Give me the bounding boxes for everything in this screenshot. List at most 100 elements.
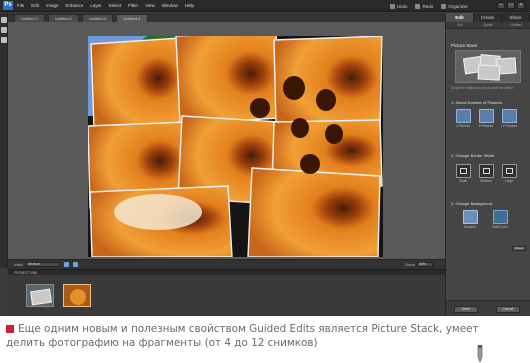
menu-enhance[interactable]: Enhance xyxy=(66,3,84,8)
menu-file[interactable]: File xyxy=(17,3,24,8)
organizer-button[interactable]: Organizer xyxy=(441,3,468,9)
minimize-icon[interactable]: – xyxy=(497,2,505,9)
option-12-pictures[interactable]: 12 Pictures xyxy=(499,109,519,128)
hand-tool-icon[interactable] xyxy=(1,27,7,33)
rotate-right-icon[interactable] xyxy=(72,262,78,267)
tab-share[interactable]: Share xyxy=(502,13,530,22)
subtab-guided[interactable]: Guided xyxy=(502,22,530,28)
photoshop-elements-window: Ps File Edit Image Enhance Layer Select … xyxy=(0,0,530,316)
border-large[interactable]: Large xyxy=(499,164,519,183)
maximize-icon[interactable]: □ xyxy=(507,2,515,9)
picture-stack-image xyxy=(88,36,383,257)
rotate-left-icon[interactable] xyxy=(63,262,69,267)
border-width-options: Small Medium Large xyxy=(453,164,522,183)
border-medium[interactable]: Medium xyxy=(476,164,496,183)
option-label: Large xyxy=(504,179,514,183)
menu-view[interactable]: View xyxy=(145,3,155,8)
reset-button[interactable]: Reset xyxy=(512,246,526,251)
light-highlight xyxy=(114,194,202,230)
preview-photo xyxy=(477,64,501,81)
fragment-8 xyxy=(247,167,381,257)
stamen-4 xyxy=(325,124,343,144)
section-border-width: 2. Change Border Width xyxy=(451,153,494,158)
section-number-of-pictures: 1. Select Number of Pictures xyxy=(451,100,502,105)
panel-title: Picture Stack xyxy=(451,43,478,48)
pen-icon xyxy=(477,345,483,363)
option-label: 4 Pictures xyxy=(455,124,471,128)
stamen-3 xyxy=(291,118,309,138)
number-of-pictures-options: 4 Pictures 8 Pictures 12 Pictures xyxy=(453,109,522,128)
caption-line-1: Еще одним новым и полезным свойством Gui… xyxy=(18,323,479,335)
menu-image[interactable]: Image xyxy=(46,3,59,8)
panel-footer: Done Cancel xyxy=(446,300,530,316)
panel-subtabs: Full Quick Guided xyxy=(446,22,530,29)
zoom-field[interactable]: 66% xyxy=(417,262,433,267)
stamen-5 xyxy=(250,98,270,118)
menu-select[interactable]: Select xyxy=(109,3,122,8)
thumbnail-image xyxy=(30,288,52,306)
background-solid[interactable]: Solid Color xyxy=(488,210,512,229)
organizer-icon xyxy=(441,3,447,9)
stamen-6 xyxy=(300,154,320,174)
option-label: Medium xyxy=(480,179,492,183)
border-medium-icon xyxy=(478,164,494,178)
window-controls: – □ × xyxy=(495,2,525,9)
border-small-icon xyxy=(455,164,471,178)
redo-icon xyxy=(415,3,421,9)
tab-edit[interactable]: Edit xyxy=(446,13,474,22)
project-bin xyxy=(8,275,445,316)
subtab-quick[interactable]: Quick xyxy=(474,22,502,28)
option-label: 8 Pictures xyxy=(478,124,494,128)
zoom-label: Zoom xyxy=(404,262,415,267)
option-4-pictures[interactable]: 4 Pictures xyxy=(453,109,473,128)
tab-create[interactable]: Create xyxy=(474,13,502,22)
option-8-pictures[interactable]: 8 Pictures xyxy=(476,109,496,128)
document-tabs: Untitled-1 Untitled-2 Untitled-3 Untitle… xyxy=(8,13,445,22)
thumbnail-image xyxy=(70,289,86,305)
help-text: Drag the sliders and try to see the effe… xyxy=(451,86,513,90)
canvas-area[interactable] xyxy=(8,22,445,259)
redo-button[interactable]: Redo xyxy=(415,3,434,9)
grid-8-icon xyxy=(478,109,494,123)
cancel-button[interactable]: Cancel xyxy=(496,306,520,313)
grid-12-icon xyxy=(501,109,517,123)
organizer-label: Organizer xyxy=(448,3,468,9)
border-large-icon xyxy=(501,164,517,178)
doc-tab-2[interactable]: Untitled-2 xyxy=(48,14,80,22)
border-small[interactable]: Small xyxy=(453,164,473,183)
zoom-tool-icon[interactable] xyxy=(1,17,7,23)
menu-filter[interactable]: Filter xyxy=(128,3,138,8)
mode-label: Vivid xyxy=(14,262,23,267)
option-label: 12 Pictures xyxy=(501,124,517,128)
bin-thumbnail-2[interactable] xyxy=(63,284,91,307)
mode-dropdown[interactable]: Medium xyxy=(25,262,60,267)
redo-label: Redo xyxy=(422,3,434,9)
bin-thumbnail-1[interactable] xyxy=(26,284,54,307)
menu-bar: Ps File Edit Image Enhance Layer Select … xyxy=(0,0,530,12)
doc-tab-3[interactable]: Untitled-3 xyxy=(82,14,114,22)
stamen-2 xyxy=(316,89,336,111)
menu-window[interactable]: Window xyxy=(162,3,178,8)
undo-icon xyxy=(389,3,395,9)
caption-line-2: делить фотографию на фрагменты (от 4 до … xyxy=(6,337,318,349)
stamen-1 xyxy=(283,76,305,100)
move-tool-icon[interactable] xyxy=(1,37,7,43)
tools-panel xyxy=(0,13,8,268)
doc-tab-4[interactable]: Untitled-4 xyxy=(116,14,148,22)
option-label: Gradient xyxy=(463,225,477,229)
menu-help[interactable]: Help xyxy=(185,3,194,8)
done-button[interactable]: Done xyxy=(454,306,478,313)
background-gradient[interactable]: Gradient xyxy=(458,210,482,229)
app-logo: Ps xyxy=(3,1,13,10)
caption-bullet xyxy=(6,325,14,333)
gradient-icon xyxy=(462,210,478,224)
menu-layer[interactable]: Layer xyxy=(90,3,101,8)
doc-tab-1[interactable]: Untitled-1 xyxy=(14,14,46,22)
picture-stack-preview xyxy=(455,50,521,83)
undo-button[interactable]: Undo xyxy=(389,3,407,9)
close-icon[interactable]: × xyxy=(517,2,525,9)
options-bar: Vivid Medium Zoom 66% xyxy=(8,259,445,269)
menu-edit[interactable]: Edit xyxy=(31,3,39,8)
subtab-full[interactable]: Full xyxy=(446,22,474,28)
menubar-actions: Undo Redo Organizer xyxy=(382,0,468,12)
